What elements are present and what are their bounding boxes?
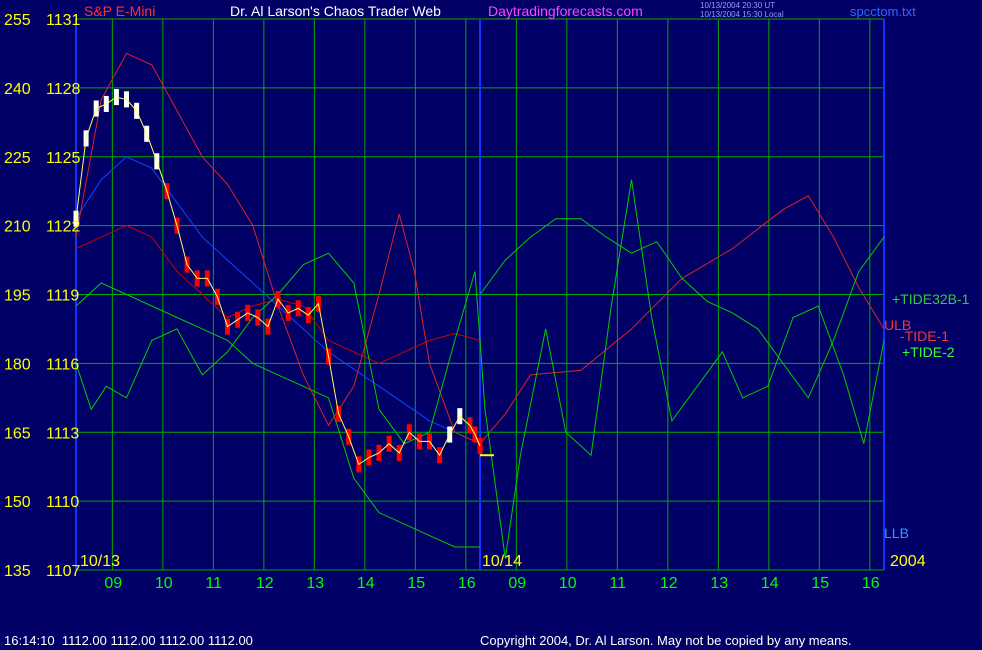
timestamp-local: 10/13/2004 15:30 Local — [700, 10, 784, 19]
time-tick-label: 09 — [508, 575, 526, 592]
time-tick-label: 13 — [710, 575, 728, 592]
axis-price-label: 1119 — [46, 288, 79, 305]
axis-price-label: 1125 — [46, 150, 81, 167]
series-label: -TIDE-1 — [900, 328, 949, 344]
chart-canvas: 255 1131 240 1128 225 1125 210 1122 195 1119 180 11… — [4, 1, 970, 592]
price-average-line — [75, 96, 481, 466]
axis-index-label: 135 — [4, 563, 31, 580]
page-title: Dr. Al Larson's Chaos Trader Web — [230, 3, 441, 19]
timestamp-ut: 10/13/2004 20:30 UT — [700, 1, 775, 10]
axis-price-label: 1128 — [46, 81, 81, 98]
time-tick-label: 11 — [609, 575, 626, 592]
time-tick-label: 11 — [205, 575, 222, 592]
series-label: LLB — [884, 525, 909, 541]
axis-index-label: 150 — [4, 494, 31, 511]
time-tick-label: 16 — [862, 575, 880, 592]
date-label: 10/14 — [482, 553, 522, 570]
axis-index-label: 195 — [4, 288, 31, 305]
time-tick-label: 10 — [559, 575, 577, 592]
axis-price-label: 1116 — [46, 356, 79, 373]
time-tick-label: 14 — [761, 575, 779, 592]
time-tick-label: 12 — [660, 575, 678, 592]
symbol-label: S&P E-Mini — [84, 3, 155, 19]
axis-price-label: 1131 — [46, 12, 81, 29]
time-tick-label: 14 — [357, 575, 375, 592]
chart-labels: 255 1131 240 1128 225 1125 210 1122 195 1119 180 11… — [4, 1, 970, 592]
time-tick-label: 10 — [155, 575, 173, 592]
date-label: 2004 — [890, 553, 926, 570]
axis-index-label: 210 — [4, 219, 31, 236]
axis-index-label: 240 — [4, 81, 31, 98]
time-tick-label: 15 — [407, 575, 425, 592]
axis-index-label: 225 — [4, 150, 31, 167]
copyright-notice: Copyright 2004, Dr. Al Larson. May not b… — [480, 633, 852, 648]
file-name: spcctom.txt — [850, 4, 916, 19]
axis-index-label: 165 — [4, 425, 31, 442]
llb-line — [75, 282, 480, 548]
time-tick-label: 15 — [811, 575, 829, 592]
date-label: 10/13 — [80, 553, 120, 570]
site-name: Daytradingforecasts.com — [488, 3, 643, 19]
time-tick-label: 12 — [256, 575, 274, 592]
axis-price-label: 1110 — [46, 494, 79, 511]
axis-price-label: 1122 — [46, 219, 81, 236]
axis-index-label: 255 — [4, 12, 31, 29]
axis-index-label: 180 — [4, 356, 31, 373]
tide2-right-line — [479, 218, 885, 399]
series-label: +TIDE-2 — [902, 344, 955, 360]
time-tick-label: 16 — [458, 575, 476, 592]
price-bar — [477, 437, 483, 455]
series-label: +TIDE32B-1 — [892, 291, 970, 307]
axis-price-label: 1107 — [46, 563, 81, 580]
chart-series — [73, 52, 885, 559]
status-readout: 16:14:10 1112.00 1112.00 1112.00 1112.00 — [4, 633, 253, 648]
time-tick-label: 09 — [104, 575, 122, 592]
axis-price-label: 1113 — [46, 425, 79, 442]
time-tick-label: 13 — [306, 575, 324, 592]
